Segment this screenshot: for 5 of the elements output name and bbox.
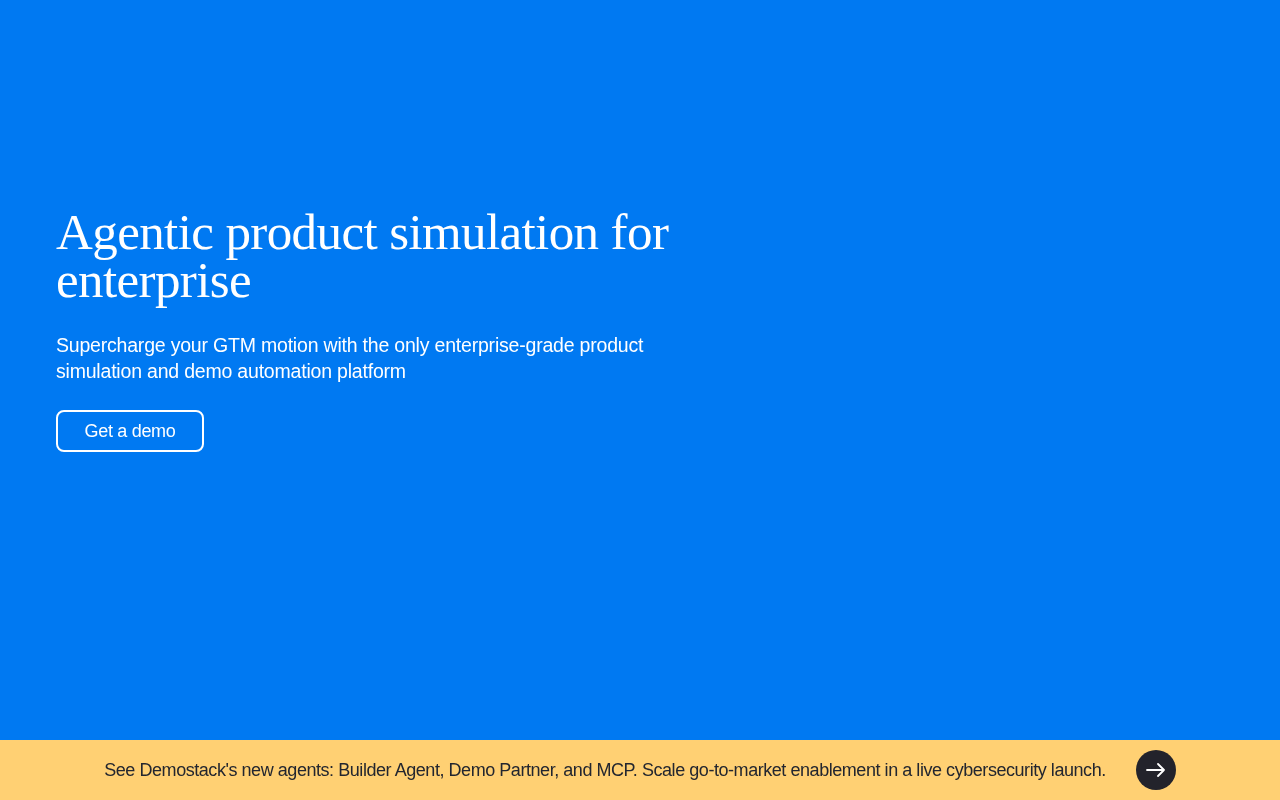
arrow-right-icon — [1145, 763, 1166, 777]
arrow-button[interactable] — [1135, 750, 1176, 790]
get-demo-button[interactable]: Get a demo — [56, 410, 204, 452]
announcement-text: See Demostack's new agents: Builder Agent, Demo Partner, and MCP. Scale go-to-market enablement in a live cybersecurity launch. — [104, 759, 1106, 781]
hero-subheading: Supercharge your GTM motion with the only enterprise-grade product simulation and demo automation platform — [56, 333, 645, 384]
